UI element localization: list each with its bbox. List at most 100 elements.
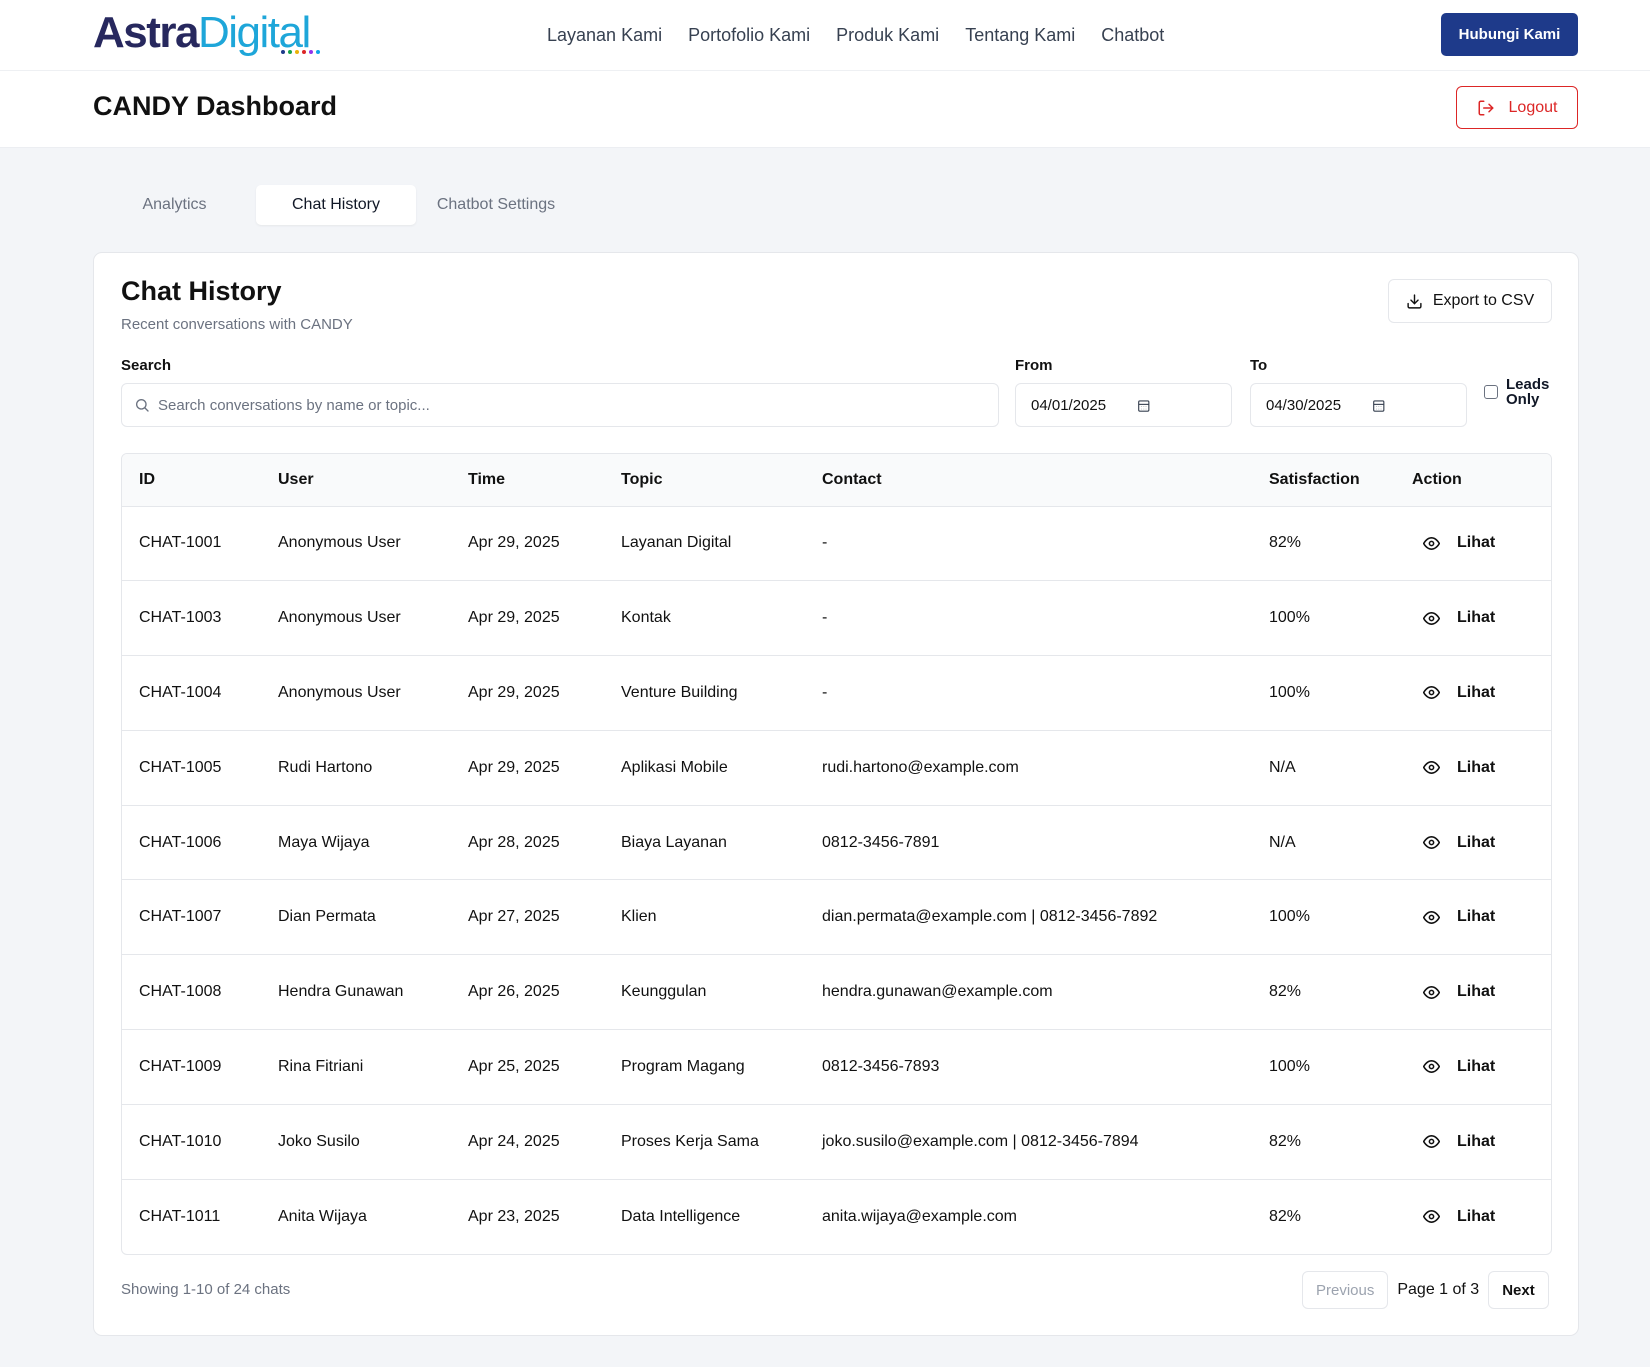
from-date-input[interactable]: 04/01/2025 <box>1015 383 1232 427</box>
cell-topic: Layanan Digital <box>621 534 732 552</box>
view-chat-label: Lihat <box>1457 1132 1496 1150</box>
cell-action: Lihat <box>1395 506 1551 581</box>
cell-time: Apr 29, 2025 <box>468 609 560 627</box>
eye-icon <box>1423 686 1440 700</box>
cell-user: Rina Fitriani <box>278 1057 364 1075</box>
cell-contact: - <box>822 534 828 552</box>
to-date-input[interactable]: 04/30/2025 <box>1250 383 1467 427</box>
from-label: From <box>1015 357 1053 374</box>
leads-only-label: Leads Only <box>1506 376 1550 408</box>
to-label: To <box>1250 357 1268 374</box>
cell-action: Lihat <box>1395 880 1551 955</box>
search-input[interactable] <box>158 396 978 414</box>
table-row: CHAT-1008 Hendra Gunawan Apr 26, 2025 Keung… <box>122 955 1551 1030</box>
view-chat-button[interactable]: Lihat <box>1412 908 1551 926</box>
cell-id: CHAT-1001 <box>139 534 222 552</box>
cell-satisfaction: 100% <box>1269 908 1310 926</box>
view-chat-label: Lihat <box>1457 534 1496 552</box>
next-page-button[interactable]: Next <box>1488 1271 1549 1309</box>
dashboard-header: CANDY Dashboard Logout <box>0 71 1650 148</box>
table-row: CHAT-1001 Anonymous User Apr 29, 2025 Layan… <box>122 506 1551 581</box>
tab-analytics[interactable]: Analytics <box>93 185 256 225</box>
view-chat-button[interactable]: Lihat <box>1412 1208 1551 1226</box>
cell-topic: Venture Building <box>621 683 738 701</box>
cell-topic: Kontak <box>621 609 671 627</box>
calendar-icon[interactable] <box>1372 398 1386 413</box>
cell-time: Apr 26, 2025 <box>468 983 560 1001</box>
pagination: Previous Page 1 of 3 Next <box>1302 1271 1549 1309</box>
cell-id: CHAT-1007 <box>139 908 222 926</box>
showing-count: Showing 1-10 of 24 chats <box>121 1281 291 1298</box>
main-nav: Layanan Kami Portofolio Kami Produk Kami… <box>547 0 1164 70</box>
cell-user: Anita Wijaya <box>278 1207 367 1225</box>
logout-label: Logout <box>1508 98 1558 116</box>
cell-time: Apr 28, 2025 <box>468 833 560 851</box>
nav-link-layanan[interactable]: Layanan Kami <box>547 25 662 46</box>
cell-action: Lihat <box>1395 656 1551 731</box>
cell-satisfaction: N/A <box>1269 758 1296 776</box>
view-chat-button[interactable]: Lihat <box>1412 683 1551 702</box>
eye-icon <box>1423 1060 1440 1074</box>
cell-user: Maya Wijaya <box>278 833 370 851</box>
view-chat-button[interactable]: Lihat <box>1412 1132 1551 1151</box>
table-row: CHAT-1003 Anonymous User Apr 29, 2025 Konta… <box>122 581 1551 656</box>
cell-satisfaction: 82% <box>1269 1132 1302 1150</box>
logout-button[interactable]: Logout <box>1456 86 1578 129</box>
cell-action: Lihat <box>1395 730 1551 805</box>
cell-satisfaction: 100% <box>1269 683 1310 701</box>
leads-only-filter[interactable]: Leads Only <box>1484 377 1554 407</box>
cell-id: CHAT-1003 <box>139 609 222 627</box>
column-header-action: Action <box>1395 454 1551 507</box>
cell-satisfaction: N/A <box>1269 833 1296 851</box>
cell-satisfaction: 82% <box>1269 534 1302 552</box>
cell-topic: Proses Kerja Sama <box>621 1132 759 1150</box>
search-field <box>121 383 999 427</box>
view-chat-label: Lihat <box>1457 609 1496 627</box>
cell-contact: 0812-3456-7891 <box>822 833 940 851</box>
view-chat-button[interactable]: Lihat <box>1412 983 1551 1001</box>
cell-satisfaction: 100% <box>1269 609 1310 627</box>
nav-link-chatbot[interactable]: Chatbot <box>1101 25 1164 46</box>
table-row: CHAT-1010 Joko Susilo Apr 24, 2025 Proses K… <box>122 1104 1551 1180</box>
previous-page-button[interactable]: Previous <box>1302 1271 1389 1309</box>
tab-chat-history[interactable]: Chat History <box>256 185 416 225</box>
cell-user: Dian Permata <box>278 908 376 926</box>
contact-us-button[interactable]: Hubungi Kami <box>1441 13 1578 56</box>
cell-user: Hendra Gunawan <box>278 983 404 1001</box>
table-row: CHAT-1011 Anita Wijaya Apr 23, 2025 Data In… <box>122 1179 1551 1254</box>
view-chat-button[interactable]: Lihat <box>1412 833 1551 852</box>
leads-only-checkbox[interactable] <box>1484 385 1498 399</box>
cell-action: Lihat <box>1395 1104 1551 1179</box>
view-chat-label: Lihat <box>1457 1057 1496 1075</box>
cell-contact: 0812-3456-7893 <box>822 1057 940 1075</box>
view-chat-button[interactable]: Lihat <box>1412 1057 1551 1076</box>
chat-history-table: ID User Time Topic Contact Satisfaction … <box>121 453 1552 1255</box>
cell-user: Rudi Hartono <box>278 758 373 776</box>
cell-user: Anonymous User <box>278 683 401 701</box>
table-row: CHAT-1004 Anonymous User Apr 29, 2025 Ventu… <box>122 656 1551 731</box>
card-subtitle: Recent conversations with CANDY <box>121 316 353 333</box>
logout-icon <box>1478 100 1494 115</box>
view-chat-label: Lihat <box>1457 683 1496 701</box>
cell-contact: dian.permata@example.com | 0812-3456-789… <box>822 908 1158 926</box>
column-header-user: User <box>261 454 451 507</box>
export-csv-button[interactable]: Export to CSV <box>1388 279 1552 323</box>
view-chat-label: Lihat <box>1457 908 1496 926</box>
cell-id: CHAT-1011 <box>139 1207 221 1225</box>
logo-dots <box>281 50 320 54</box>
tab-chatbot-settings[interactable]: Chatbot Settings <box>416 185 576 225</box>
view-chat-button[interactable]: Lihat <box>1412 534 1551 552</box>
view-chat-button[interactable]: Lihat <box>1412 609 1551 627</box>
view-chat-label: Lihat <box>1457 833 1496 851</box>
astra-digital-logo[interactable]: AstraDigital <box>93 8 320 58</box>
cell-action: Lihat <box>1395 1030 1551 1105</box>
cell-topic: Biaya Layanan <box>621 833 727 851</box>
nav-link-tentang[interactable]: Tentang Kami <box>965 25 1075 46</box>
calendar-icon[interactable] <box>1137 398 1151 413</box>
nav-link-produk[interactable]: Produk Kami <box>836 25 939 46</box>
cell-action: Lihat <box>1395 581 1551 656</box>
eye-icon <box>1423 761 1440 775</box>
nav-link-portofolio[interactable]: Portofolio Kami <box>688 25 810 46</box>
cell-time: Apr 23, 2025 <box>468 1207 560 1225</box>
view-chat-button[interactable]: Lihat <box>1412 759 1551 777</box>
